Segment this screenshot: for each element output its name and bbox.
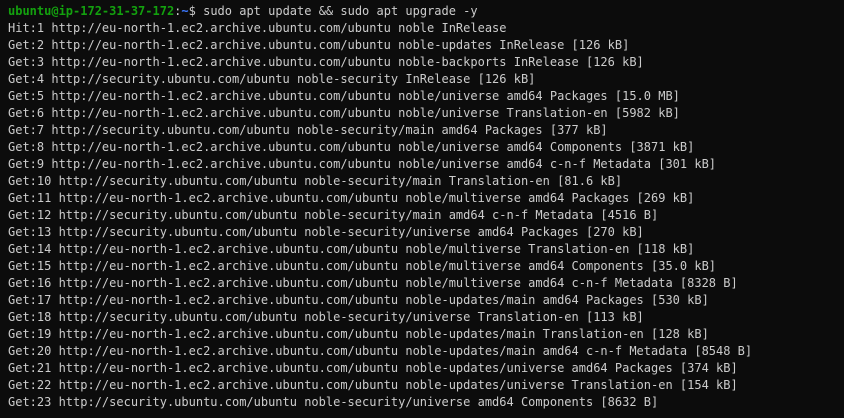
prompt-path: ~: [181, 4, 189, 18]
output-line: Get:17 http://eu-north-1.ec2.archive.ubu…: [8, 293, 709, 307]
command-prompt-line: ubuntu@ip-172-31-37-172:~$ sudo apt upda…: [8, 3, 836, 20]
output-line: Get:23 http://security.ubuntu.com/ubuntu…: [8, 395, 659, 409]
output-line: Get:11 http://eu-north-1.ec2.archive.ubu…: [8, 191, 695, 205]
output-line: Get:12 http://security.ubuntu.com/ubuntu…: [8, 208, 659, 222]
output-line: Get:2 http://eu-north-1.ec2.archive.ubun…: [8, 38, 630, 52]
output-line: Get:13 http://security.ubuntu.com/ubuntu…: [8, 225, 644, 239]
output-line: Get:9 http://eu-north-1.ec2.archive.ubun…: [8, 157, 717, 171]
output-line: Get:21 http://eu-north-1.ec2.archive.ubu…: [8, 361, 738, 375]
prompt-symbol: $: [188, 4, 196, 18]
output-line: Get:22 http://eu-north-1.ec2.archive.ubu…: [8, 378, 738, 392]
output-line: Get:7 http://security.ubuntu.com/ubuntu …: [8, 123, 608, 137]
output-line: Get:6 http://eu-north-1.ec2.archive.ubun…: [8, 106, 680, 120]
prompt-user-host: ubuntu@ip-172-31-37-172: [8, 4, 175, 18]
output-line: Get:16 http://eu-north-1.ec2.archive.ubu…: [8, 276, 738, 290]
output-line: Get:5 http://eu-north-1.ec2.archive.ubun…: [8, 89, 680, 103]
prompt-command: sudo apt update && sudo apt upgrade -y: [195, 4, 478, 18]
output-line: Get:14 http://eu-north-1.ec2.archive.ubu…: [8, 242, 695, 256]
output-line: Hit:1 http://eu-north-1.ec2.archive.ubun…: [8, 21, 507, 35]
output-line: Get:4 http://security.ubuntu.com/ubuntu …: [8, 72, 536, 86]
output-line: Get:15 http://eu-north-1.ec2.archive.ubu…: [8, 259, 717, 273]
output-line: Get:10 http://security.ubuntu.com/ubuntu…: [8, 174, 623, 188]
output-line: Get:20 http://eu-north-1.ec2.archive.ubu…: [8, 344, 753, 358]
output-line: Get:8 http://eu-north-1.ec2.archive.ubun…: [8, 140, 695, 154]
output-line: Get:18 http://security.ubuntu.com/ubuntu…: [8, 310, 644, 324]
output-line: Get:19 http://eu-north-1.ec2.archive.ubu…: [8, 327, 709, 341]
terminal-window[interactable]: ubuntu@ip-172-31-37-172:~$ sudo apt upda…: [0, 0, 844, 418]
output-line: Get:3 http://eu-north-1.ec2.archive.ubun…: [8, 55, 644, 69]
